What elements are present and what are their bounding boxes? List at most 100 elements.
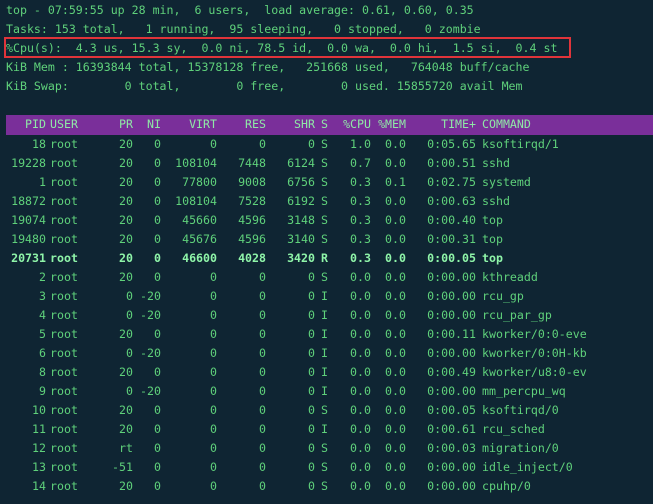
process-s: S (321, 213, 328, 227)
table-row[interactable]: 18 root 20 0 0 0 0 S 1.0 0.0 0:05.65 ksoftirqd/1 (0, 135, 653, 154)
process-pr: 20 (119, 422, 133, 436)
cpu-highlight-box (4, 37, 571, 58)
process-time: 0:05.65 (427, 137, 476, 151)
process-mem: 0.0 (385, 479, 406, 493)
process-time: 0:00.00 (427, 289, 476, 303)
process-time: 0:00.61 (427, 422, 476, 436)
process-s: I (321, 346, 328, 360)
process-shr: 0 (308, 384, 315, 398)
table-row[interactable]: 20731 root 20 0 46600 4028 3420 R 0.3 0.0 0:00.05 t… (0, 249, 653, 268)
process-command: idle_inject/0 (482, 460, 573, 474)
process-res: 0 (259, 422, 266, 436)
process-cpu: 0.7 (350, 156, 371, 170)
table-row[interactable]: 13 root -51 0 0 0 0 S 0.0 0.0 0:00.00 idle_inject/0 (0, 458, 653, 477)
column-header-mem: %MEM (378, 117, 406, 131)
table-row[interactable]: 6 root 0 -20 0 0 0 I 0.0 0.0 0:00.00 kworker/0:0H-k… (0, 344, 653, 363)
process-virt: 0 (210, 460, 217, 474)
process-cpu: 0.3 (350, 251, 371, 265)
process-pid: 12 (32, 441, 46, 455)
process-mem: 0.0 (385, 194, 406, 208)
process-command: rcu_par_gp (482, 308, 552, 322)
process-cpu: 0.0 (350, 403, 371, 417)
table-row[interactable]: 11 root 20 0 0 0 0 I 0.0 0.0 0:00.61 rcu_sched (0, 420, 653, 439)
process-command: top (482, 213, 503, 227)
process-time: 0:00.03 (427, 441, 476, 455)
process-cpu: 0.0 (350, 308, 371, 322)
process-pr: 0 (126, 289, 133, 303)
process-s: I (321, 422, 328, 436)
table-row[interactable]: 19480 root 20 0 45676 4596 3140 S 0.3 0.0 0:00.31 t… (0, 230, 653, 249)
table-row[interactable]: 3 root 0 -20 0 0 0 I 0.0 0.0 0:00.00 rcu_gp (0, 287, 653, 306)
process-s: S (321, 270, 328, 284)
process-ni: -20 (140, 384, 161, 398)
process-ni: 0 (154, 194, 161, 208)
process-command: migration/0 (482, 441, 559, 455)
table-row[interactable]: 1 root 20 0 77800 9008 6756 S 0.3 0.1 0:02.75 syste… (0, 173, 653, 192)
process-virt: 46600 (182, 251, 217, 265)
process-time: 0:00.31 (427, 232, 476, 246)
process-pid: 13 (32, 460, 46, 474)
process-pid: 4 (39, 308, 46, 322)
table-row[interactable]: 9 root 0 -20 0 0 0 I 0.0 0.0 0:00.00 mm_percpu_wq (0, 382, 653, 401)
process-cpu: 0.0 (350, 441, 371, 455)
table-row[interactable]: 14 root 20 0 0 0 0 S 0.0 0.0 0:00.00 cpuhp/0 (0, 477, 653, 496)
table-row[interactable]: 10 root 20 0 0 0 0 S 0.0 0.0 0:00.05 ksoftirqd/0 (0, 401, 653, 420)
process-virt: 0 (210, 384, 217, 398)
process-command: kthreadd (482, 270, 538, 284)
process-cpu: 0.0 (350, 460, 371, 474)
process-res: 0 (259, 365, 266, 379)
process-virt: 0 (210, 422, 217, 436)
process-mem: 0.0 (385, 232, 406, 246)
process-time: 0:00.40 (427, 213, 476, 227)
table-row[interactable]: 5 root 20 0 0 0 0 I 0.0 0.0 0:00.11 kworker/0:0-eve (0, 325, 653, 344)
process-command: kworker/u8:0-ev (482, 365, 587, 379)
process-ni: -20 (140, 289, 161, 303)
process-virt: 108104 (175, 156, 217, 170)
process-pid: 14 (32, 479, 46, 493)
table-row[interactable]: 19074 root 20 0 45660 4596 3148 S 0.3 0.0 0:00.40 t… (0, 211, 653, 230)
process-mem: 0.0 (385, 270, 406, 284)
table-row[interactable]: 12 root rt 0 0 0 0 S 0.0 0.0 0:00.03 migration/0 (0, 439, 653, 458)
process-s: S (321, 137, 328, 151)
process-shr: 3148 (287, 213, 315, 227)
process-shr: 6124 (287, 156, 315, 170)
process-ni: 0 (154, 422, 161, 436)
process-s: S (321, 403, 328, 417)
process-pid: 10 (32, 403, 46, 417)
process-shr: 0 (308, 422, 315, 436)
process-pid: 11 (32, 422, 46, 436)
process-user: root (50, 441, 78, 455)
process-mem: 0.0 (385, 213, 406, 227)
process-shr: 0 (308, 460, 315, 474)
process-ni: 0 (154, 251, 161, 265)
uptime-line: top - 07:59:55 up 28 min, 6 users, load … (6, 3, 474, 17)
process-mem: 0.0 (385, 403, 406, 417)
process-mem: 0.0 (385, 251, 406, 265)
process-user: root (50, 460, 78, 474)
process-s: S (321, 156, 328, 170)
process-cpu: 0.0 (350, 289, 371, 303)
process-mem: 0.0 (385, 441, 406, 455)
process-shr: 0 (308, 327, 315, 341)
process-shr: 0 (308, 308, 315, 322)
process-time: 0:00.00 (427, 308, 476, 322)
process-virt: 108104 (175, 194, 217, 208)
process-res: 0 (259, 270, 266, 284)
process-ni: 0 (154, 232, 161, 246)
process-user: root (50, 346, 78, 360)
process-s: S (321, 460, 328, 474)
process-cpu: 0.0 (350, 384, 371, 398)
process-user: root (50, 175, 78, 189)
process-pid: 9 (39, 384, 46, 398)
table-row[interactable]: 2 root 20 0 0 0 0 S 0.0 0.0 0:00.00 kthreadd (0, 268, 653, 287)
table-row[interactable]: 8 root 20 0 0 0 0 I 0.0 0.0 0:00.49 kworker/u8:0-ev (0, 363, 653, 382)
process-cpu: 0.0 (350, 479, 371, 493)
process-virt: 45660 (182, 213, 217, 227)
process-res: 0 (259, 137, 266, 151)
process-mem: 0.0 (385, 365, 406, 379)
table-row[interactable]: 4 root 0 -20 0 0 0 I 0.0 0.0 0:00.00 rcu_par_gp (0, 306, 653, 325)
table-row[interactable]: 19228 root 20 0 108104 7448 6124 S 0.7 0.0 0:00.51… (0, 154, 653, 173)
process-ni: 0 (154, 327, 161, 341)
table-row[interactable]: 18872 root 20 0 108104 7528 6192 S 0.3 0.0 0:00.63… (0, 192, 653, 211)
process-user: root (50, 156, 78, 170)
